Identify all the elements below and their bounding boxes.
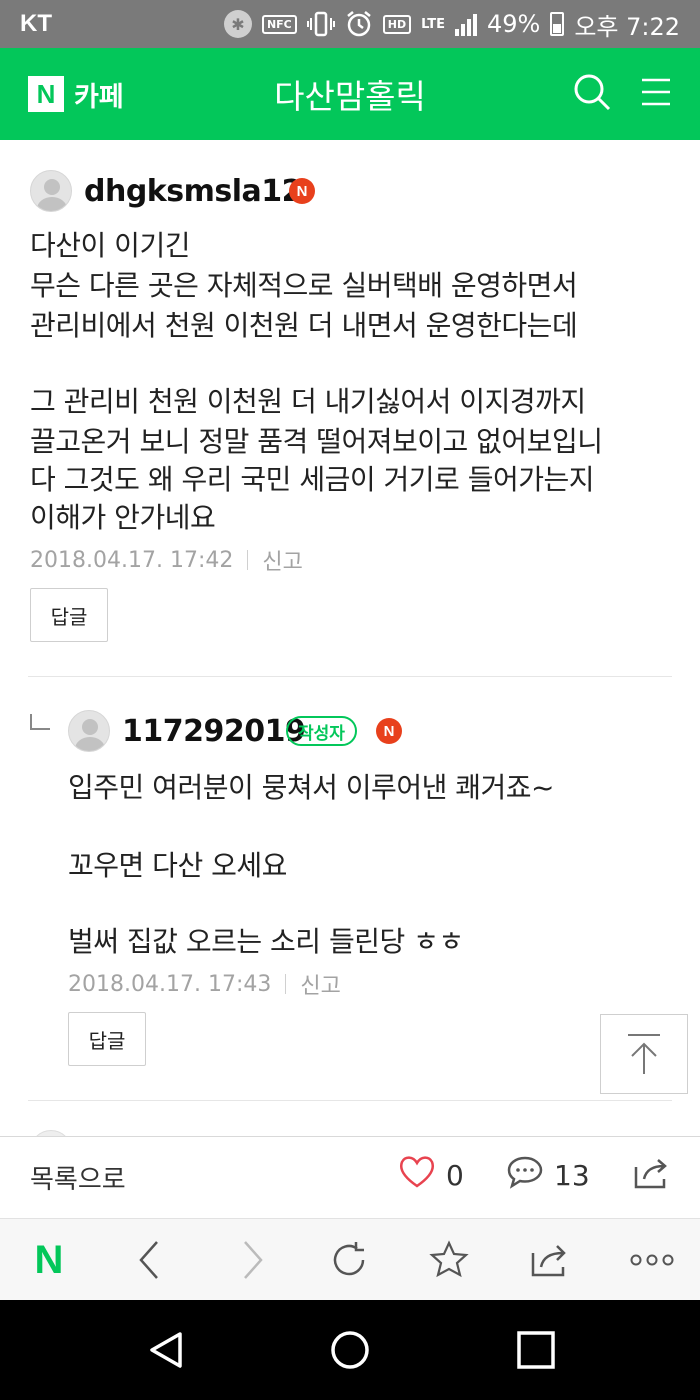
comment-divider	[28, 1100, 672, 1101]
comment-date: 2018.04.17. 17:43	[68, 971, 272, 997]
comment-text-line: 끌고온거 보니 정말 품격 떨어져보이고 없어보입니	[30, 425, 603, 458]
comment-text-line: 무슨 다른 곳은 자체적으로 실버택배 운영하면서	[30, 269, 578, 302]
comment-text-line: 다 그것도 왜 우리 국민 세금이 거기로 들어가는지	[30, 463, 595, 496]
comment-nickname[interactable]: dhgksmsla12	[84, 174, 303, 209]
comment-nickname[interactable]: 117292019	[122, 714, 306, 749]
share-icon	[632, 1155, 670, 1198]
comment-text-line: 관리비에서 천원 이천원 더 내면서 운영한다는데	[30, 309, 578, 342]
naver-cafe-logo[interactable]: N 카페	[28, 75, 124, 114]
comment-text-line: 이해가 안가네요	[30, 501, 216, 534]
reply-indent-icon	[30, 714, 50, 730]
nav-back-icon[interactable]	[144, 1328, 188, 1372]
vibrate-icon	[306, 11, 335, 37]
comment-count-button[interactable]: 13	[506, 1155, 590, 1196]
battery-icon	[550, 12, 565, 36]
comment-meta: 2018.04.17. 17:43 신고	[68, 968, 341, 1000]
back-arrow-icon[interactable]	[126, 1237, 172, 1283]
new-badge: N	[289, 178, 315, 204]
hamburger-menu-icon[interactable]	[640, 76, 672, 108]
more-options-icon[interactable]	[628, 1237, 676, 1283]
share-icon[interactable]	[526, 1237, 572, 1283]
comment-meta: 2018.04.17. 17:42 신고	[30, 544, 303, 576]
lte-icon: LTE	[421, 16, 445, 32]
new-badge: N	[376, 718, 402, 744]
like-count: 0	[446, 1159, 464, 1192]
nav-home-icon[interactable]	[328, 1328, 372, 1372]
article-action-bar: 목록으로 0 13	[0, 1136, 700, 1218]
meta-divider	[285, 974, 287, 994]
share-button[interactable]	[632, 1155, 670, 1198]
comment-text-line: 꼬우면 다산 오세요	[68, 849, 287, 882]
status-icons: ✱ NFC HD LTE 49% 오후 7:22	[223, 7, 680, 42]
status-bar: KT ✱ NFC HD LTE 49% 오후 7:22	[0, 0, 700, 48]
comment-text-line: 벌써 집값 오르는 소리 들린당 ㅎㅎ	[68, 925, 464, 958]
app-header: N 카페 다산맘홀릭	[0, 48, 700, 140]
like-button[interactable]: 0	[398, 1155, 464, 1196]
naver-home-icon[interactable]: N	[26, 1237, 72, 1283]
system-navigation-bar	[0, 1300, 700, 1400]
hd-voice-icon: HD	[382, 14, 412, 34]
cafe-label: 카페	[74, 81, 124, 113]
comment-text-line: 그 관리비 천원 이천원 더 내기싫어서 이지경까지	[30, 385, 586, 418]
comment-text-line: 입주민 여러분이 뭉쳐서 이루어낸 쾌거죠~	[68, 771, 554, 804]
comment-list[interactable]: dhgksmsla12 N 다산이 이기긴 무슨 다른 곳은 자체적으로 실버택…	[0, 140, 700, 1136]
comment-count: 13	[554, 1159, 590, 1192]
nav-recents-icon[interactable]	[514, 1328, 558, 1372]
clock: 오후 7:22	[574, 12, 680, 41]
reply-button[interactable]: 답글	[68, 1012, 146, 1066]
nfc-icon: NFC	[261, 14, 297, 34]
report-link[interactable]: 신고	[262, 544, 302, 576]
speech-bubble-icon	[506, 1155, 544, 1196]
avatar[interactable]	[68, 710, 110, 752]
alarm-icon	[345, 10, 373, 38]
comment-divider	[28, 676, 672, 677]
browser-toolbar: N	[0, 1218, 700, 1300]
report-link[interactable]: 신고	[300, 968, 340, 1000]
refresh-icon[interactable]	[326, 1237, 372, 1283]
reply-button[interactable]: 답글	[30, 588, 108, 642]
carrier-label: KT	[20, 10, 52, 37]
naver-logo-icon: N	[28, 76, 64, 112]
back-to-list-button[interactable]: 목록으로	[30, 1159, 126, 1196]
signal-icon	[454, 12, 477, 36]
forward-arrow-icon[interactable]	[230, 1237, 276, 1283]
search-icon[interactable]	[572, 72, 612, 112]
comment-text-line: 다산이 이기긴	[30, 229, 190, 262]
bluetooth-icon: ✱	[223, 10, 252, 38]
comment-item: dhgksmsla12 N 다산이 이기긴 무슨 다른 곳은 자체적으로 실버택…	[0, 140, 700, 680]
heart-icon	[398, 1155, 436, 1196]
comment-date: 2018.04.17. 17:42	[30, 547, 234, 573]
writer-badge: 작성자	[286, 716, 357, 746]
avatar[interactable]	[30, 170, 72, 212]
battery-percent: 49%	[486, 10, 541, 38]
bookmark-star-icon[interactable]	[426, 1237, 472, 1283]
comment-item: 117292019 작성자 N 입주민 여러분이 뭉쳐서 이루어낸 쾌거죠~ 꼬…	[0, 680, 700, 1100]
scroll-to-top-button[interactable]	[600, 1014, 688, 1094]
meta-divider	[247, 550, 249, 570]
